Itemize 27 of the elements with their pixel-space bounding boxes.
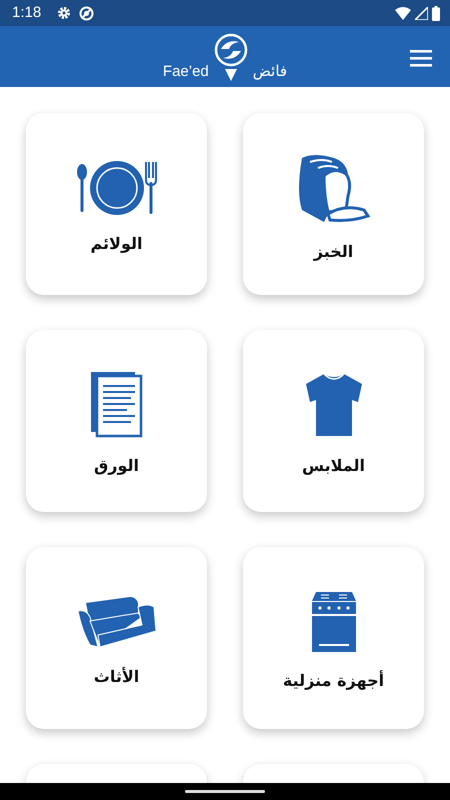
battery-icon (432, 6, 440, 20)
gear-icon (57, 6, 72, 20)
plate-cutlery-icon (74, 160, 158, 216)
brand-name: Fae’ed (162, 64, 209, 79)
category-label: الملابس (302, 455, 365, 477)
t-shirt-icon (304, 372, 364, 438)
home-indicator[interactable] (185, 790, 265, 793)
status-time: 1:18 (12, 2, 42, 23)
category-label: الخبز (314, 241, 354, 263)
category-label: الورق (94, 455, 140, 477)
category-card[interactable]: أجهزة منزلية (243, 547, 424, 729)
brand-name: فائض (252, 64, 288, 79)
category-card[interactable]: الأثاث (26, 547, 207, 729)
category-card[interactable]: الملابس (243, 330, 424, 512)
data-saver-icon (79, 6, 94, 20)
category-label: أجهزة منزلية (282, 669, 384, 692)
category-label: الولائم (90, 233, 142, 255)
category-card[interactable]: الورق (26, 330, 207, 512)
logo-icon (212, 33, 249, 83)
stove-icon (310, 591, 356, 653)
category-label: الأثاث (94, 666, 140, 688)
category-card[interactable]: الولائم (26, 113, 207, 295)
wifi-icon (395, 6, 411, 20)
signal-icon (415, 6, 428, 20)
document-icon (90, 372, 142, 438)
sofa-icon (76, 595, 158, 649)
category-card[interactable]: الخبز (243, 113, 424, 295)
